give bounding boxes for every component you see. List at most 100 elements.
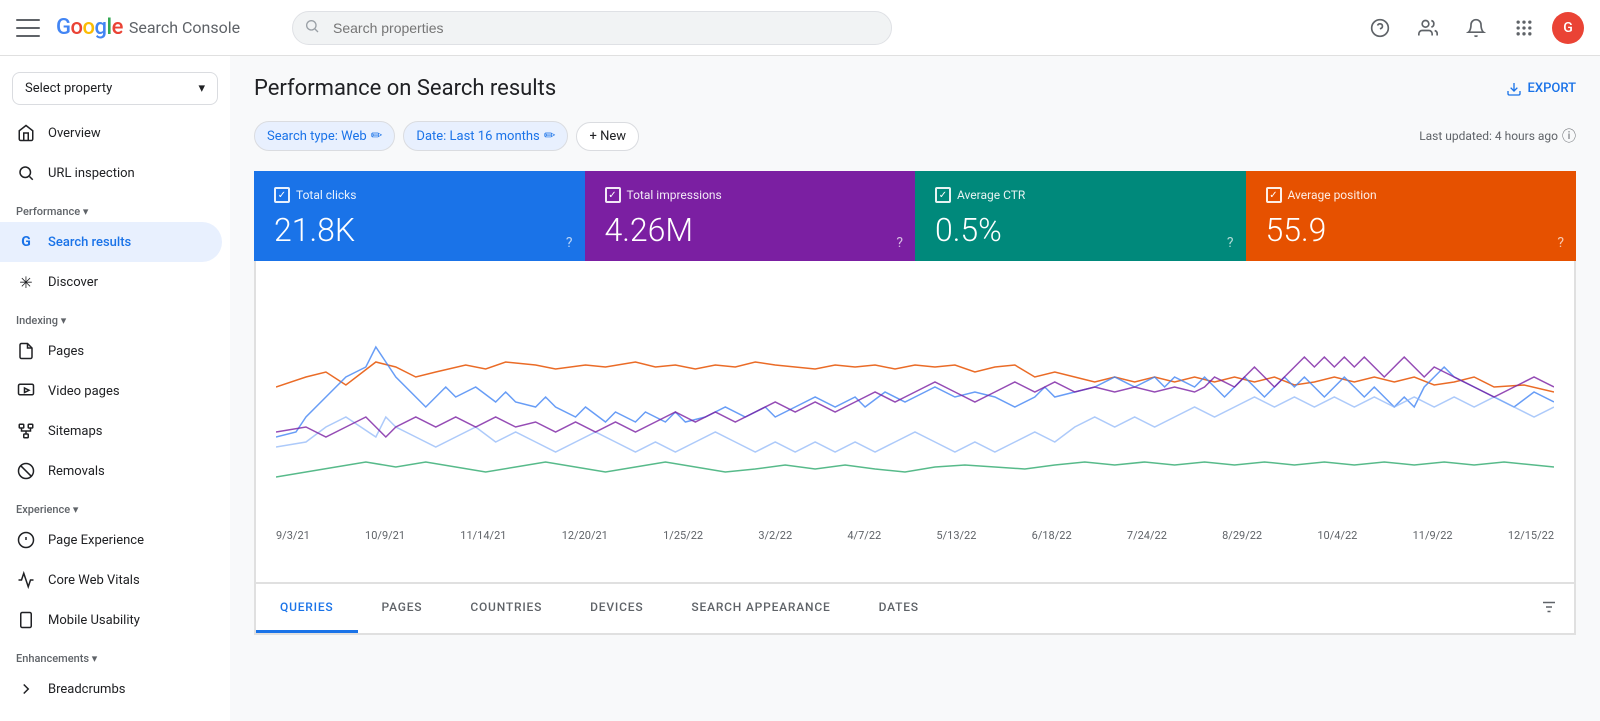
filter-icon[interactable] xyxy=(1524,586,1574,632)
google-g-icon: G xyxy=(16,232,36,252)
sidebar-item-label: Core Web Vitals xyxy=(48,573,140,588)
logo-area: Google Search Console xyxy=(56,15,276,40)
page-title: Performance on Search results xyxy=(254,76,556,101)
sidebar-item-removals[interactable]: Removals xyxy=(0,451,222,491)
metric-checkbox xyxy=(605,187,621,203)
sidebar-item-label: Pages xyxy=(48,344,84,359)
indexing-section-label: Indexing ▾ xyxy=(0,302,230,331)
info-icon: ⓘ xyxy=(1562,126,1576,146)
chevron-down-icon: ▾ xyxy=(198,81,205,96)
video-icon xyxy=(16,381,36,401)
tab-dates[interactable]: DATES xyxy=(855,584,943,633)
search-type-filter[interactable]: Search type: Web ✏ xyxy=(254,121,395,151)
metric-label: Total clicks xyxy=(274,187,565,203)
layout: Select property ▾ Overview URL inspectio… xyxy=(0,56,1600,721)
chart-wrapper: i 9/3/21 10/9/21 11/14/21 12/20/21 1/25/… xyxy=(254,261,1576,635)
sidebar-item-label: Sitemaps xyxy=(48,424,103,439)
metric-card-average-position[interactable]: Average position 55.9 ? xyxy=(1246,171,1577,261)
main-content: Performance on Search results EXPORT Sea… xyxy=(230,56,1600,721)
sidebar-item-label: Removals xyxy=(48,464,105,479)
property-selector[interactable]: Select property ▾ xyxy=(12,72,218,105)
metric-help-icon[interactable]: ? xyxy=(1227,235,1234,251)
search-icon xyxy=(304,18,320,38)
performance-chart: i xyxy=(276,277,1554,517)
sidebar-item-label: Page Experience xyxy=(48,533,144,548)
metric-card-total-impressions[interactable]: Total impressions 4.26M ? xyxy=(585,171,916,261)
sitemaps-icon xyxy=(16,421,36,441)
sidebar-item-label: Breadcrumbs xyxy=(48,682,125,697)
x-axis-labels: 9/3/21 10/9/21 11/14/21 12/20/21 1/25/22… xyxy=(276,525,1554,542)
tabs-container: QUERIES PAGES COUNTRIES DEVICES SEARCH A… xyxy=(255,583,1575,634)
page-header: Performance on Search results EXPORT xyxy=(254,76,1576,101)
sidebar-item-breadcrumbs[interactable]: Breadcrumbs xyxy=(0,669,222,709)
export-button[interactable]: EXPORT xyxy=(1506,81,1576,97)
metric-label: Average position xyxy=(1266,187,1557,203)
sidebar-item-sitemaps[interactable]: Sitemaps xyxy=(0,411,222,451)
sidebar-item-discover[interactable]: ✳ Discover xyxy=(0,262,222,302)
sidebar-item-url-inspection[interactable]: URL inspection xyxy=(0,153,222,193)
sidebar-item-video-pages[interactable]: Video pages xyxy=(0,371,222,411)
sidebar-item-label: Overview xyxy=(48,126,101,141)
sidebar-item-mobile-usability[interactable]: Mobile Usability xyxy=(0,600,222,640)
sidebar-item-label: Discover xyxy=(48,275,98,290)
metric-value: 4.26M xyxy=(605,211,896,249)
breadcrumbs-icon xyxy=(16,679,36,699)
tab-devices[interactable]: DEVICES xyxy=(566,584,667,633)
url-search-icon xyxy=(16,163,36,183)
metric-label: Average CTR xyxy=(935,187,1226,203)
pages-icon xyxy=(16,341,36,361)
metric-help-icon[interactable]: ? xyxy=(1557,235,1564,251)
edit-icon: ✏ xyxy=(371,128,383,144)
sidebar-item-label: URL inspection xyxy=(48,166,135,181)
tab-queries[interactable]: QUERIES xyxy=(256,584,358,633)
tab-search-appearance[interactable]: SEARCH APPEARANCE xyxy=(667,584,854,633)
enhancements-section-label: Enhancements ▾ xyxy=(0,640,230,669)
apps-icon[interactable] xyxy=(1504,8,1544,48)
metric-help-icon[interactable]: ? xyxy=(566,235,573,251)
chart-container[interactable]: i 9/3/21 10/9/21 11/14/21 12/20/21 1/25/… xyxy=(255,261,1575,583)
last-updated: Last updated: 4 hours ago ⓘ xyxy=(1419,126,1576,146)
metric-value: 0.5% xyxy=(935,211,1226,249)
metric-checkbox xyxy=(935,187,951,203)
sidebar-item-label: Mobile Usability xyxy=(48,613,140,628)
metric-checkbox xyxy=(274,187,290,203)
edit-icon: ✏ xyxy=(544,128,556,144)
performance-section-label: Performance ▾ xyxy=(0,193,230,222)
metric-help-icon[interactable]: ? xyxy=(896,235,903,251)
sidebar-item-page-experience[interactable]: Page Experience xyxy=(0,520,222,560)
search-bar xyxy=(292,11,892,45)
tab-countries[interactable]: COUNTRIES xyxy=(446,584,566,633)
avatar[interactable]: G xyxy=(1552,12,1584,44)
metric-card-average-ctr[interactable]: Average CTR 0.5% ? xyxy=(915,171,1246,261)
page-experience-icon xyxy=(16,530,36,550)
filter-bar: Search type: Web ✏ Date: Last 16 months … xyxy=(254,121,1576,151)
metric-card-total-clicks[interactable]: Total clicks 21.8K ? xyxy=(254,171,585,261)
metric-value: 21.8K xyxy=(274,211,565,249)
app-name: Search Console xyxy=(129,18,240,37)
sidebar-item-search-results[interactable]: G Search results xyxy=(0,222,222,262)
sidebar-item-overview[interactable]: Overview xyxy=(0,113,222,153)
sidebar-item-label: Video pages xyxy=(48,384,120,399)
metric-checkbox xyxy=(1266,187,1282,203)
help-icon[interactable] xyxy=(1360,8,1400,48)
download-icon xyxy=(1506,81,1522,97)
metric-value: 55.9 xyxy=(1266,211,1557,249)
discover-icon: ✳ xyxy=(16,272,36,292)
header-actions: G xyxy=(1360,8,1584,48)
menu-icon[interactable] xyxy=(16,16,40,40)
search-input[interactable] xyxy=(292,11,892,45)
sidebar-item-pages[interactable]: Pages xyxy=(0,331,222,371)
vitals-icon xyxy=(16,570,36,590)
metric-cards: Total clicks 21.8K ? Total impressions 4… xyxy=(254,171,1576,261)
accounts-icon[interactable] xyxy=(1408,8,1448,48)
tab-pages[interactable]: PAGES xyxy=(358,584,447,633)
sidebar-item-core-web-vitals[interactable]: Core Web Vitals xyxy=(0,560,222,600)
sidebar-item-label: Search results xyxy=(48,235,131,250)
sidebar: Select property ▾ Overview URL inspectio… xyxy=(0,56,230,721)
top-header: Google Search Console xyxy=(0,0,1600,56)
new-filter-button[interactable]: + New xyxy=(576,122,639,151)
notifications-icon[interactable] xyxy=(1456,8,1496,48)
experience-section-label: Experience ▾ xyxy=(0,491,230,520)
date-filter[interactable]: Date: Last 16 months ✏ xyxy=(403,121,568,151)
removals-icon xyxy=(16,461,36,481)
